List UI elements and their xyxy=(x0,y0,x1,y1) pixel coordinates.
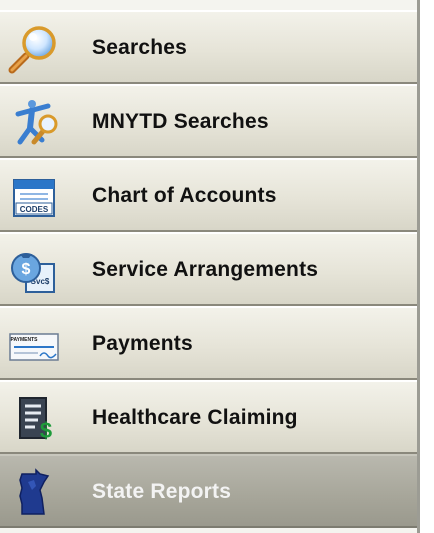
sidebar-item-chart-of-accounts[interactable]: CODES Chart of Accounts xyxy=(0,158,417,232)
sidebar-item-healthcare-claiming[interactable]: $ Healthcare Claiming xyxy=(0,380,417,454)
sidebar-item-label: Payments xyxy=(92,332,193,355)
figure-magnifier-icon xyxy=(15,100,58,145)
sidebar-item-payments[interactable]: PAYMENTS Payments xyxy=(0,306,417,380)
codes-calendar-icon: CODES xyxy=(13,179,55,217)
sidebar-item-searches[interactable]: Searches xyxy=(0,10,417,84)
svg-text:CODES: CODES xyxy=(20,205,49,214)
navigation-sidebar: Searches MNYTD Searches CODES Chart of A… xyxy=(0,0,420,533)
sidebar-item-label: State Reports xyxy=(92,480,232,503)
magnifier-icon xyxy=(8,26,56,74)
money-bag-document-icon: Svc$ $ xyxy=(11,253,55,293)
sidebar-item-label: Chart of Accounts xyxy=(92,184,277,207)
sidebar-item-label: Healthcare Claiming xyxy=(92,406,298,429)
sidebar-item-label: Service Arrangements xyxy=(92,258,319,281)
svg-text:$: $ xyxy=(22,261,31,278)
report-dollar-icon: $ xyxy=(19,397,52,443)
svg-text:$: $ xyxy=(40,418,52,443)
sidebar-item-state-reports[interactable]: State Reports xyxy=(0,454,417,528)
sidebar-item-service-arrangements[interactable]: Svc$ $ Service Arrangements xyxy=(0,232,417,306)
sidebar-item-mnytd-searches[interactable]: MNYTD Searches xyxy=(0,84,417,158)
check-icon: PAYMENTS xyxy=(9,333,59,361)
minnesota-map-icon xyxy=(19,468,50,515)
sidebar-item-label: MNYTD Searches xyxy=(92,110,269,133)
sidebar-item-label: Searches xyxy=(92,36,188,59)
svg-text:PAYMENTS: PAYMENTS xyxy=(11,337,39,343)
